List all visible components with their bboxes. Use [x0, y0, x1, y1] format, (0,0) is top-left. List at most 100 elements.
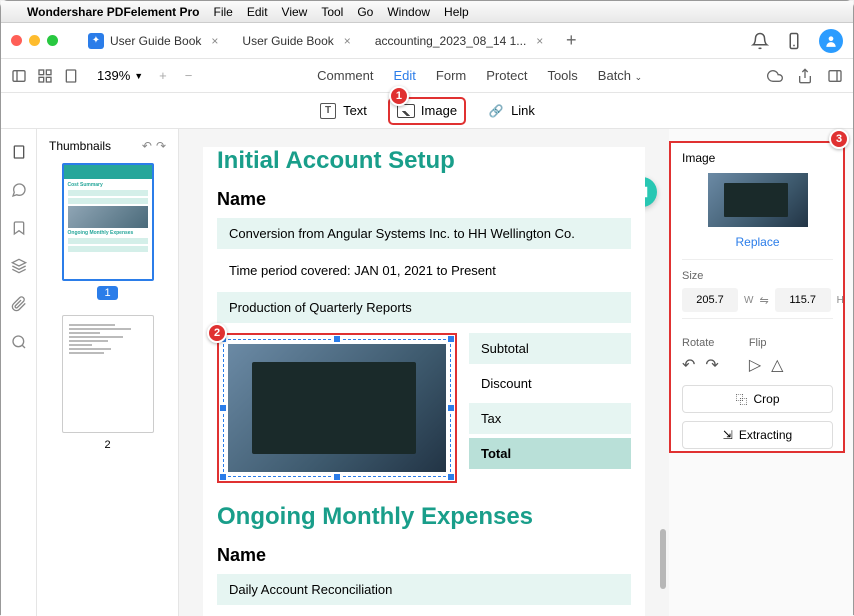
- menubar-app-name[interactable]: Wondershare PDFelement Pro: [27, 5, 200, 19]
- close-tab-icon[interactable]: ×: [211, 34, 218, 48]
- flip-vertical-icon[interactable]: △: [771, 355, 783, 375]
- tab-label: User Guide Book: [242, 34, 333, 48]
- rotate-right-icon[interactable]: ↷: [705, 355, 718, 375]
- grid-view-icon[interactable]: [37, 68, 53, 84]
- panel-toggle-icon[interactable]: [827, 68, 843, 84]
- link-label: Link: [511, 103, 535, 118]
- close-tab-icon[interactable]: ×: [344, 34, 351, 48]
- document-viewport[interactable]: Initial Account Setup Name Conversion fr…: [179, 129, 669, 616]
- comments-rail-icon[interactable]: [10, 181, 28, 199]
- scrollbar-thumb[interactable]: [660, 529, 666, 589]
- user-avatar[interactable]: [819, 29, 843, 53]
- zoom-value: 139%: [97, 68, 130, 83]
- new-tab-button[interactable]: +: [559, 29, 583, 53]
- search-rail-icon[interactable]: [10, 333, 28, 351]
- document-tab-3-active[interactable]: accounting_2023_08_14 1... ×: [367, 30, 551, 52]
- table-row[interactable]: Conversion from Angular Systems Inc. to …: [217, 218, 631, 249]
- menu-form[interactable]: Form: [436, 68, 466, 83]
- page-number: 2: [104, 439, 110, 451]
- zoom-out-button[interactable]: −: [185, 68, 193, 83]
- document-page: Initial Account Setup Name Conversion fr…: [203, 147, 645, 616]
- summary-discount[interactable]: Discount: [469, 368, 631, 399]
- bell-icon[interactable]: [751, 32, 769, 50]
- thumbnail-page-1[interactable]: Cost Summary Ongoing Monthly Expenses 1: [62, 163, 154, 299]
- summary-total[interactable]: Total: [469, 438, 631, 469]
- thumbnail-page-2[interactable]: 2: [62, 315, 154, 451]
- menu-edit[interactable]: Edit: [394, 68, 416, 83]
- chevron-down-icon: ▼: [134, 71, 143, 81]
- flip-horizontal-icon[interactable]: ▷: [749, 355, 761, 375]
- image-label: Image: [421, 103, 457, 118]
- menu-help[interactable]: Help: [444, 5, 469, 19]
- layers-rail-icon[interactable]: [10, 257, 28, 275]
- rotate-left-icon[interactable]: ↶: [142, 139, 152, 153]
- selected-image[interactable]: 2: [217, 333, 457, 483]
- close-tab-icon[interactable]: ×: [536, 34, 543, 48]
- width-input[interactable]: [682, 288, 738, 312]
- crop-button[interactable]: ⿻ Crop: [682, 385, 833, 413]
- menu-file[interactable]: File: [214, 5, 233, 19]
- extracting-button[interactable]: ⇲ Extracting: [682, 421, 833, 449]
- resize-handle[interactable]: [333, 473, 341, 481]
- table-row[interactable]: Time period covered: JAN 01, 2021 to Pre…: [217, 255, 631, 286]
- edit-image-button[interactable]: 1 Image: [389, 98, 465, 124]
- resize-handle[interactable]: [447, 335, 455, 343]
- resize-handle[interactable]: [447, 473, 455, 481]
- menu-batch[interactable]: Batch ⌄: [598, 68, 642, 83]
- summary-tax[interactable]: Tax: [469, 403, 631, 434]
- resize-handle[interactable]: [333, 335, 341, 343]
- rotate-right-icon[interactable]: ↷: [156, 139, 166, 153]
- cloud-icon[interactable]: [767, 68, 783, 84]
- image-icon: [397, 104, 415, 118]
- rotate-left-icon[interactable]: ↶: [682, 355, 695, 375]
- replace-image-link[interactable]: Replace: [682, 235, 833, 249]
- menu-go[interactable]: Go: [357, 5, 373, 19]
- table-row[interactable]: Production of Quarterly Reports: [217, 292, 631, 323]
- fullscreen-window-button[interactable]: [47, 35, 58, 46]
- resize-handle[interactable]: [219, 473, 227, 481]
- traffic-lights: [11, 35, 58, 46]
- mobile-icon[interactable]: [785, 32, 803, 50]
- share-icon[interactable]: [797, 68, 813, 84]
- vertical-scrollbar[interactable]: [659, 129, 667, 616]
- chevron-down-icon: ⌄: [635, 72, 643, 82]
- menu-view[interactable]: View: [282, 5, 308, 19]
- image-preview: [708, 173, 808, 227]
- menu-edit[interactable]: Edit: [247, 5, 268, 19]
- crop-label: Crop: [754, 392, 780, 406]
- bookmarks-rail-icon[interactable]: [10, 219, 28, 237]
- thumbnails-panel: Thumbnails ↶ ↷ Cost Summary Ongoing Mont…: [37, 129, 179, 616]
- resize-handle[interactable]: [447, 404, 455, 412]
- subheading-name: Name: [217, 189, 631, 210]
- menu-protect[interactable]: Protect: [486, 68, 527, 83]
- close-window-button[interactable]: [11, 35, 22, 46]
- height-input[interactable]: [775, 288, 831, 312]
- single-page-icon[interactable]: [63, 68, 79, 84]
- annotation-callout-2: 2: [207, 323, 227, 343]
- menu-tools[interactable]: Tools: [547, 68, 577, 83]
- link-icon: [487, 102, 505, 120]
- menu-comment[interactable]: Comment: [317, 68, 373, 83]
- table-row[interactable]: Bi-Monthly Payroll Services: [217, 611, 631, 616]
- summary-subtotal[interactable]: Subtotal: [469, 333, 631, 364]
- thumbnails-rail-icon[interactable]: [10, 143, 28, 161]
- zoom-in-button[interactable]: +: [159, 68, 167, 83]
- document-tab-1[interactable]: ✦ User Guide Book ×: [80, 29, 226, 53]
- height-unit: H: [837, 295, 844, 306]
- zoom-control[interactable]: 139% ▼: [97, 68, 143, 83]
- document-tab-2[interactable]: User Guide Book ×: [234, 30, 358, 52]
- attachments-rail-icon[interactable]: [10, 295, 28, 313]
- page-number: 1: [97, 286, 117, 300]
- table-row[interactable]: Daily Account Reconciliation: [217, 574, 631, 605]
- edit-link-button[interactable]: Link: [479, 98, 543, 124]
- edit-text-button[interactable]: T Text: [311, 98, 375, 124]
- menu-window[interactable]: Window: [387, 5, 430, 19]
- edit-subtoolbar: T Text 1 Image Link: [1, 93, 853, 129]
- size-label: Size: [682, 270, 833, 282]
- resize-handle[interactable]: [219, 404, 227, 412]
- menu-tool[interactable]: Tool: [321, 5, 343, 19]
- rotate-label: Rotate: [682, 337, 719, 349]
- sidebar-toggle-icon[interactable]: [11, 68, 27, 84]
- minimize-window-button[interactable]: [29, 35, 40, 46]
- aspect-lock-icon[interactable]: ⇋: [759, 294, 768, 307]
